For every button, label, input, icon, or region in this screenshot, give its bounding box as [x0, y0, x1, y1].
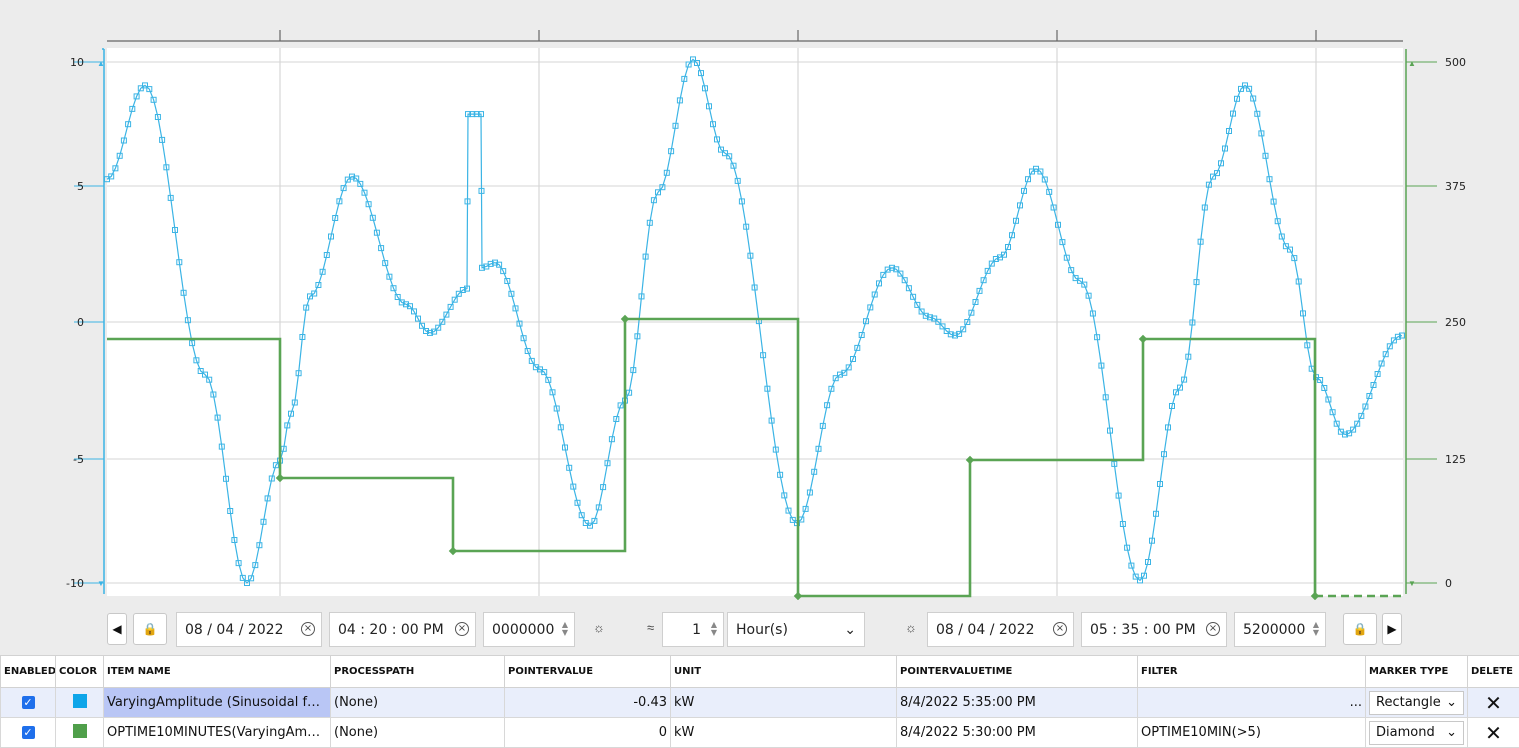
col-header-unit[interactable]: UNIT — [671, 656, 897, 688]
clear-icon[interactable]: × — [1206, 622, 1220, 636]
table-header-row: ENABLED COLOR ITEM NAME PROCESSPATH POIN… — [1, 656, 1519, 688]
right-axis-tick-label: 250 — [1445, 316, 1466, 329]
trend-chart[interactable]: 10 5 0 -5 -10 ▲ ▼ 500 375 250 125 0 ▲ ▼ — [0, 0, 1519, 600]
end-date-field[interactable]: 08 / 04 / 2022 × — [927, 612, 1074, 647]
up-arrow-icon: ▲ — [97, 59, 105, 68]
col-header-delete[interactable]: DELETE — [1468, 656, 1519, 688]
approx-icon: ≈ — [647, 620, 654, 635]
clear-icon[interactable]: × — [301, 622, 315, 636]
pointervalue-cell: -0.43 — [505, 688, 671, 718]
time-range-toolbar: ◀ 🔒 08 / 04 / 2022 × 04 : 20 : 00 PM × 0… — [0, 600, 1519, 655]
color-cell[interactable] — [56, 718, 104, 748]
marker-type-cell[interactable]: Rectangle ⌄ — [1366, 688, 1468, 718]
right-axis-tick-label: 375 — [1445, 180, 1466, 193]
end-time-value: 05 : 35 : 00 PM — [1090, 622, 1196, 638]
unit-cell: kW — [671, 718, 897, 748]
end-ms-field[interactable]: 5200000 ▲▼ — [1234, 612, 1326, 647]
left-axis-tick-label: -10 — [66, 577, 84, 590]
checkbox-checked-icon[interactable]: ✓ — [22, 696, 35, 709]
pen-table: ENABLED COLOR ITEM NAME PROCESSPATH POIN… — [0, 655, 1519, 747]
end-ms-value: 5200000 — [1243, 622, 1305, 638]
pointervaluetime-cell: 8/4/2022 5:30:00 PM — [897, 718, 1138, 748]
marker-type-value: Rectangle — [1376, 695, 1441, 710]
chevron-down-icon: ⌄ — [1446, 725, 1457, 740]
table-row[interactable]: ✓ OPTIME10MINUTES(VaryingAm… (None) 0 kW… — [1, 718, 1519, 748]
spinner-icon[interactable]: ▲▼ — [562, 621, 568, 637]
col-header-filter[interactable]: FILTER — [1138, 656, 1366, 688]
clear-icon[interactable]: × — [455, 622, 469, 636]
right-axis-tick-label: 125 — [1445, 453, 1466, 466]
enabled-checkbox-cell[interactable]: ✓ — [1, 688, 56, 718]
interval-value: 1 — [692, 622, 701, 638]
scroll-left-button[interactable]: ◀ — [107, 613, 127, 645]
close-icon[interactable]: ✕ — [1485, 721, 1502, 745]
col-header-color[interactable]: COLOR — [56, 656, 104, 688]
interval-value-field[interactable]: 1 ▲▼ — [662, 612, 724, 647]
left-axis-tick-label: 0 — [77, 316, 84, 329]
end-time-field[interactable]: 05 : 35 : 00 PM × — [1081, 612, 1227, 647]
unit-cell: kW — [671, 688, 897, 718]
lock-icon: 🔒 — [1353, 622, 1368, 636]
left-axis-tick-label: -5 — [73, 453, 84, 466]
processpath-cell: (None) — [331, 718, 505, 748]
col-header-pointervaluetime[interactable]: POINTERVALUETIME — [897, 656, 1138, 688]
left-axis-tick-label: 10 — [70, 56, 84, 69]
processpath-cell: (None) — [331, 688, 505, 718]
color-cell[interactable] — [56, 688, 104, 718]
col-header-processpath[interactable]: PROCESSPATH — [331, 656, 505, 688]
start-time-field[interactable]: 04 : 20 : 00 PM × — [329, 612, 476, 647]
col-header-marker-type[interactable]: MARKER TYPE — [1366, 656, 1468, 688]
close-icon[interactable]: ✕ — [1485, 691, 1502, 715]
item-name-cell[interactable]: VaryingAmplitude (Sinusoidal f… — [104, 688, 331, 718]
item-name-cell[interactable]: OPTIME10MINUTES(VaryingAm… — [104, 718, 331, 748]
chart-canvas[interactable]: 10 5 0 -5 -10 ▲ ▼ 500 375 250 125 0 ▲ ▼ — [0, 0, 1519, 600]
col-header-item-name[interactable]: ITEM NAME — [104, 656, 331, 688]
chevron-down-icon: ⌄ — [1446, 695, 1457, 710]
pointervalue-cell: 0 — [505, 718, 671, 748]
lock-icon: 🔒 — [143, 622, 158, 636]
spinner-icon[interactable]: ▲▼ — [1313, 621, 1319, 637]
marker-type-value: Diamond — [1376, 725, 1435, 740]
chevron-down-icon: ⌄ — [844, 622, 856, 638]
marker-type-select[interactable]: Diamond ⌄ — [1369, 721, 1464, 745]
filter-cell[interactable]: ... — [1138, 688, 1366, 718]
marker-type-select[interactable]: Rectangle ⌄ — [1369, 691, 1464, 715]
marker-type-cell[interactable]: Diamond ⌄ — [1366, 718, 1468, 748]
delete-button[interactable]: ✕ — [1468, 718, 1519, 748]
interval-unit-value: Hour(s) — [736, 622, 788, 638]
brightness-icon[interactable]: ☼ — [905, 620, 917, 635]
start-ms-field[interactable]: 0000000 ▲▼ — [483, 612, 575, 647]
right-axis-tick-label: 500 — [1445, 56, 1466, 69]
col-header-enabled[interactable]: ENABLED — [1, 656, 56, 688]
lock-start-button[interactable]: 🔒 — [133, 613, 167, 645]
delete-button[interactable]: ✕ — [1468, 688, 1519, 718]
brightness-icon[interactable]: ☼ — [593, 620, 605, 635]
up-arrow-icon: ▲ — [1408, 59, 1416, 68]
start-date-value: 08 / 04 / 2022 — [185, 622, 284, 638]
lock-end-button[interactable]: 🔒 — [1343, 613, 1377, 645]
color-swatch[interactable] — [73, 724, 87, 738]
right-axis-tick-label: 0 — [1445, 577, 1452, 590]
start-ms-value: 0000000 — [492, 622, 554, 638]
left-axis-tick-label: 5 — [77, 180, 84, 193]
start-date-field[interactable]: 08 / 04 / 2022 × — [176, 612, 322, 647]
filter-cell[interactable]: OPTIME10MIN(>5) — [1138, 718, 1366, 748]
end-date-value: 08 / 04 / 2022 — [936, 622, 1035, 638]
col-header-pointervalue[interactable]: POINTERVALUE — [505, 656, 671, 688]
start-time-value: 04 : 20 : 00 PM — [338, 622, 444, 638]
color-swatch[interactable] — [73, 694, 87, 708]
pointervaluetime-cell: 8/4/2022 5:35:00 PM — [897, 688, 1138, 718]
enabled-checkbox-cell[interactable]: ✓ — [1, 718, 56, 748]
down-arrow-icon: ▼ — [1408, 579, 1416, 588]
table-row[interactable]: ✓ VaryingAmplitude (Sinusoidal f… (None)… — [1, 688, 1519, 718]
checkbox-checked-icon[interactable]: ✓ — [22, 726, 35, 739]
down-arrow-icon: ▼ — [97, 579, 105, 588]
scroll-right-button[interactable]: ▶ — [1382, 613, 1402, 645]
clear-icon[interactable]: × — [1053, 622, 1067, 636]
interval-unit-select[interactable]: Hour(s) ⌄ — [727, 612, 865, 647]
spinner-icon[interactable]: ▲▼ — [711, 621, 717, 637]
